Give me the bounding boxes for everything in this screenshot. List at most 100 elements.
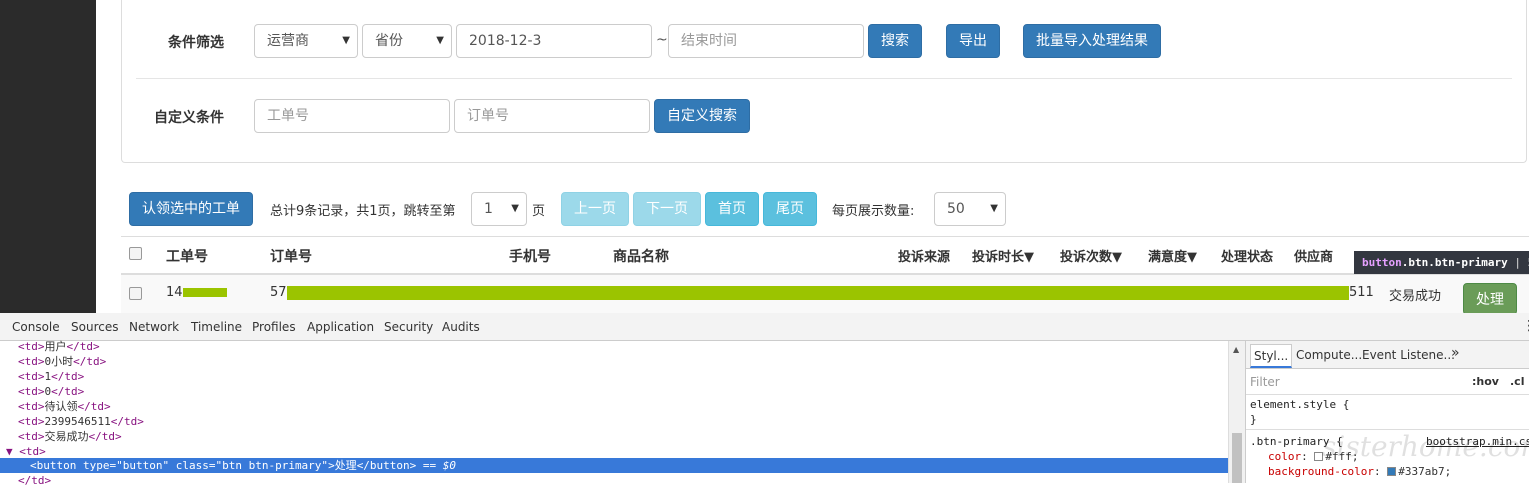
dom-text: 用户: [44, 340, 67, 353]
select-all-checkbox[interactable]: [129, 247, 142, 260]
header-supplier[interactable]: 供应商: [1294, 246, 1333, 265]
province-select[interactable]: 省份 ▼: [362, 24, 452, 58]
tooltip-separator: |: [1514, 256, 1521, 269]
tab-computed[interactable]: Compute...: [1296, 348, 1362, 362]
province-select-value: 省份: [375, 33, 403, 49]
row-supplier-tail: 511: [1349, 285, 1374, 300]
prop-name: color: [1268, 450, 1302, 463]
custom-search-button[interactable]: 自定义搜索: [654, 99, 750, 133]
per-page-value: 50: [947, 201, 965, 217]
prev-page-button[interactable]: 上一页: [561, 192, 629, 226]
prop-value: #337ab7;: [1398, 465, 1452, 478]
sel-text: 处理: [334, 459, 357, 472]
dom-line[interactable]: <td>交易成功</td>: [18, 429, 122, 444]
prop-name: background-color: [1268, 465, 1374, 478]
sel-attr2-name: class: [175, 459, 209, 472]
row-ticket-number: 1417: [166, 285, 227, 300]
header-phone[interactable]: 手机号: [509, 246, 551, 266]
header-order[interactable]: 订单号: [270, 246, 312, 266]
dom-td-open[interactable]: ▼ <td>: [6, 444, 46, 459]
scroll-thumb[interactable]: [1232, 433, 1242, 483]
claim-selected-button[interactable]: 认领选中的工单: [129, 192, 253, 226]
sel-attr2-value: "btn btn-primary": [215, 459, 329, 472]
last-page-button[interactable]: 尾页: [763, 192, 817, 226]
tab-security[interactable]: Security: [384, 313, 433, 341]
caret-down-icon: ▼: [990, 203, 998, 214]
dom-selected-line[interactable]: <button type="button" class="btn btn-pri…: [0, 458, 1228, 473]
export-button[interactable]: 导出: [946, 24, 1000, 58]
element-style-rule[interactable]: element.style {: [1250, 397, 1349, 412]
filter-divider: [136, 78, 1512, 79]
header-duration[interactable]: 投诉时长▼: [972, 246, 1034, 265]
tab-event-listeners[interactable]: Event Listene...: [1362, 348, 1455, 362]
row-ticket-start: 14: [166, 285, 183, 300]
dom-line[interactable]: <td>待认领</td>: [18, 399, 111, 414]
caret-down-icon: ▼: [436, 35, 444, 46]
batch-import-button[interactable]: 批量导入处理结果: [1023, 24, 1161, 58]
redaction-mark: [182, 288, 227, 297]
color-swatch-blue[interactable]: [1387, 467, 1397, 476]
next-page-button[interactable]: 下一页: [633, 192, 701, 226]
tabs-overflow-icon[interactable]: »: [1451, 345, 1460, 361]
header-source[interactable]: 投诉来源: [898, 246, 950, 265]
sel-attr1-name: type: [82, 459, 110, 472]
dom-text: 2399546511: [44, 415, 111, 428]
row-status: 交易成功: [1389, 289, 1442, 304]
custom-label: 自定义条件: [154, 110, 224, 126]
start-date-input[interactable]: 2018-12-3: [456, 24, 652, 58]
header-product[interactable]: 商品名称: [613, 246, 669, 266]
tab-styles[interactable]: Styl...: [1250, 344, 1293, 368]
header-count[interactable]: 投诉次数▼: [1060, 246, 1122, 265]
dom-line[interactable]: <td>2399546511</td>: [18, 414, 144, 429]
dom-line[interactable]: <td>用户</td>: [18, 339, 100, 354]
cls-toggle[interactable]: .cl: [1510, 375, 1524, 388]
dom-td-close[interactable]: </td>: [18, 473, 51, 488]
end-date-input[interactable]: 结束时间: [668, 24, 864, 58]
dom-text: 0小时: [44, 355, 74, 368]
header-ticket[interactable]: 工单号: [166, 246, 208, 266]
header-satisfaction[interactable]: 满意度▼: [1148, 246, 1197, 265]
caret-down-icon: ▼: [511, 203, 519, 214]
operator-select-value: 运营商: [267, 33, 309, 49]
hov-toggle[interactable]: :hov: [1472, 375, 1499, 388]
row-checkbox[interactable]: [129, 287, 142, 300]
selected-code: <button type="button" class="btn btn-pri…: [30, 459, 457, 472]
element-inspect-tooltip: button.btn.btn-primary | 5: [1354, 251, 1529, 274]
tooltip-tag: button: [1362, 256, 1402, 269]
scroll-up-icon[interactable]: ▲: [1233, 345, 1239, 354]
per-page-select[interactable]: 50 ▼: [934, 192, 1006, 226]
dom-text: 待认领: [44, 400, 78, 413]
dom-line[interactable]: <td>0</td>: [18, 384, 84, 399]
styles-filter-input[interactable]: Filter: [1250, 375, 1280, 389]
order-number-input[interactable]: 订单号: [454, 99, 650, 133]
sel-eq: == $0: [416, 459, 457, 472]
css-prop-bg[interactable]: background-color: #337ab7;: [1268, 464, 1451, 479]
tab-application[interactable]: Application: [307, 313, 374, 341]
dom-line[interactable]: <td>1</td>: [18, 369, 84, 384]
dom-scrollbar[interactable]: ▲: [1228, 341, 1245, 483]
operator-select[interactable]: 运营商 ▼: [254, 24, 358, 58]
dom-line[interactable]: <td>0小时</td>: [18, 354, 106, 369]
caret-down-icon: ▼: [342, 35, 350, 46]
first-page-button[interactable]: 首页: [705, 192, 759, 226]
page-jump-select[interactable]: 1 ▼: [471, 192, 527, 226]
tab-network[interactable]: Network: [129, 313, 179, 341]
tab-audits[interactable]: Audits: [442, 313, 480, 341]
sel-tag-close: </button>: [356, 459, 417, 472]
per-page-label: 每页展示数量:: [832, 204, 915, 219]
search-button[interactable]: 搜索: [868, 24, 922, 58]
header-status[interactable]: 处理状态: [1221, 246, 1273, 265]
tab-sources[interactable]: Sources: [71, 313, 118, 341]
tab-console[interactable]: Console: [12, 313, 60, 341]
process-button[interactable]: 处理: [1463, 283, 1517, 315]
date-range-tilde: ~: [656, 32, 668, 48]
watermark: sisterhome.com: [1322, 430, 1529, 463]
devtools-menu-icon[interactable]: ⋮: [1522, 318, 1529, 334]
ticket-number-input[interactable]: 工单号: [254, 99, 450, 133]
page-jump-value: 1: [484, 201, 493, 217]
tab-timeline[interactable]: Timeline: [191, 313, 242, 341]
tab-profiles[interactable]: Profiles: [252, 313, 296, 341]
pager-summary: 总计9条记录，共1页，跳转至第: [270, 204, 456, 219]
element-style-close: }: [1250, 413, 1257, 426]
dom-text: 交易成功: [44, 430, 89, 443]
